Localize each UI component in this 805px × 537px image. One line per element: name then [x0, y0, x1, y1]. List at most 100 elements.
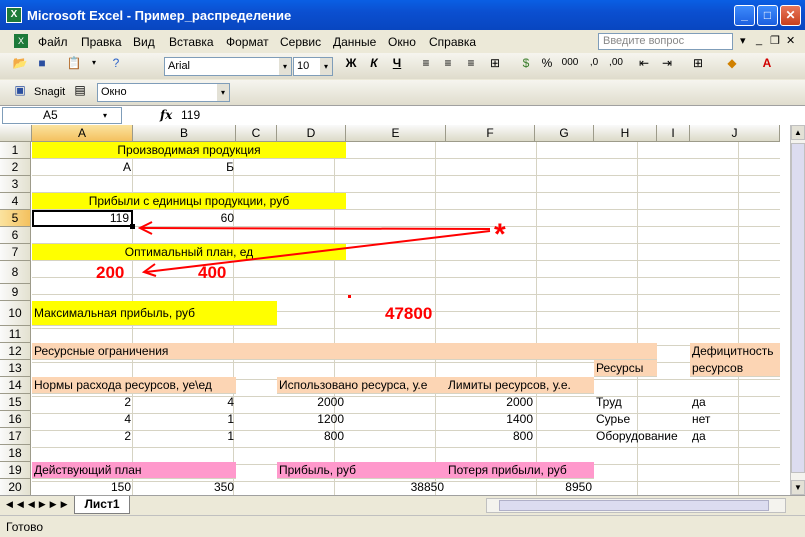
snagit-icon[interactable]: ▣	[10, 80, 30, 100]
cell-a14[interactable]: Нормы расхода ресурсов, уе\ед	[32, 377, 236, 394]
cell-b20[interactable]: 350	[133, 479, 236, 495]
chevron-down-icon[interactable]: ▾	[84, 53, 104, 73]
cell-f15[interactable]: 2000	[446, 394, 535, 411]
doc-close-button[interactable]: ✕	[786, 34, 795, 47]
row-header[interactable]: 7	[0, 244, 31, 261]
cell-d16[interactable]: 1200	[277, 411, 346, 428]
scroll-up-icon[interactable]: ▲	[791, 125, 805, 140]
cell-a20[interactable]: 150	[32, 479, 133, 495]
menu-format[interactable]: Формат	[226, 35, 269, 49]
cell-b5[interactable]: 60	[133, 210, 236, 227]
doc-minimize-button[interactable]: _	[756, 34, 762, 46]
cell-h16[interactable]: Сурье	[594, 411, 657, 428]
row-header[interactable]: 10	[0, 301, 31, 326]
select-all-corner[interactable]	[0, 125, 32, 142]
capture-icon[interactable]: ▤	[70, 80, 90, 100]
capture-mode-select[interactable]: Окно ▾	[97, 83, 230, 102]
chevron-down-icon[interactable]: ▾	[103, 108, 107, 123]
cell-h15[interactable]: Труд	[594, 394, 657, 411]
doc-restore-button[interactable]: ❐	[770, 34, 780, 47]
tab-sheet1[interactable]: Лист1	[74, 496, 130, 514]
increase-indent-icon[interactable]: ⇥	[657, 53, 677, 73]
chevron-down-icon[interactable]: ▾	[217, 84, 229, 101]
cell-a15[interactable]: 2	[32, 394, 133, 411]
cell-a1[interactable]: Производимая продукция	[32, 142, 346, 159]
row-header[interactable]: 15	[0, 394, 31, 411]
percent-button[interactable]: %	[537, 53, 557, 73]
cell-a16[interactable]: 4	[32, 411, 133, 428]
help-icon[interactable]: ?	[106, 53, 126, 73]
menu-insert[interactable]: Вставка	[169, 35, 214, 49]
row-header[interactable]: 3	[0, 176, 31, 193]
scroll-down-icon[interactable]: ▼	[791, 480, 805, 495]
chevron-down-icon[interactable]: ▾	[740, 34, 746, 47]
row-header[interactable]: 8	[0, 261, 31, 284]
increase-decimal-icon[interactable]: ,0	[584, 53, 604, 73]
cell-e20[interactable]: 38850	[346, 479, 446, 495]
cell-j12[interactable]: Дефицитность	[690, 343, 780, 360]
borders-icon[interactable]: ⊞	[688, 53, 708, 73]
font-size-select[interactable]: 10 ▾	[293, 57, 333, 76]
chevron-down-icon[interactable]: ▾	[320, 58, 332, 75]
row-header[interactable]: 9	[0, 284, 31, 301]
menu-view[interactable]: Вид	[133, 35, 155, 49]
menu-file[interactable]: Файл	[38, 35, 68, 49]
row-header[interactable]: 12	[0, 343, 31, 360]
column-header-h[interactable]: H	[594, 125, 657, 142]
cell-h17[interactable]: Оборудование	[594, 428, 684, 445]
italic-button[interactable]: К	[364, 53, 384, 73]
menu-help[interactable]: Справка	[429, 35, 476, 49]
fill-color-icon[interactable]: ◆	[722, 53, 742, 73]
cell-d15[interactable]: 2000	[277, 394, 346, 411]
cell-a2[interactable]: А	[32, 159, 133, 176]
cell-b16[interactable]: 1	[133, 411, 236, 428]
cell-a10[interactable]: Максимальная прибыль, руб	[32, 301, 277, 326]
workbook-icon[interactable]: X	[14, 34, 28, 48]
decrease-indent-icon[interactable]: ⇤	[634, 53, 654, 73]
thousands-button[interactable]: 000	[560, 53, 580, 73]
row-header[interactable]: 19	[0, 462, 31, 479]
align-right-icon[interactable]: ≡	[461, 53, 481, 73]
font-color-icon[interactable]: A	[757, 53, 777, 73]
row-header[interactable]: 11	[0, 326, 31, 343]
row-header[interactable]: 14	[0, 377, 31, 394]
row-header[interactable]: 1	[0, 142, 31, 159]
maximize-button[interactable]: □	[757, 5, 778, 26]
formula-value[interactable]: 119	[181, 108, 200, 122]
tab-scroll-icons[interactable]: ◀◀◀▶▶▶	[6, 499, 72, 510]
fx-label[interactable]: fx	[160, 108, 172, 122]
column-header-b[interactable]: B	[133, 125, 236, 142]
row-header[interactable]: 6	[0, 227, 31, 244]
menu-window[interactable]: Окно	[388, 35, 416, 49]
row-header[interactable]: 18	[0, 445, 31, 462]
column-header-g[interactable]: G	[535, 125, 594, 142]
column-header-c[interactable]: C	[236, 125, 277, 142]
cell-j13[interactable]: ресурсов	[690, 360, 780, 377]
cell-a4[interactable]: Прибыли с единицы продукции, руб	[32, 193, 346, 210]
cell-f14[interactable]: Лимиты ресурсов, у.е.	[446, 377, 594, 394]
cell-j16[interactable]: нет	[690, 411, 780, 428]
menu-tools[interactable]: Сервис	[280, 35, 321, 49]
cell-f17[interactable]: 800	[446, 428, 535, 445]
cell-a7[interactable]: Оптимальный план, ед	[32, 244, 346, 261]
row-header[interactable]: 20	[0, 479, 31, 495]
row-header[interactable]: 13	[0, 360, 31, 377]
row-header[interactable]: 17	[0, 428, 31, 445]
underline-button[interactable]: Ч	[387, 53, 407, 73]
column-header-i[interactable]: I	[657, 125, 690, 142]
cell-d14[interactable]: Использовано ресурса, у.е	[277, 377, 446, 394]
scroll-thumb[interactable]	[791, 143, 805, 473]
row-header[interactable]: 2	[0, 159, 31, 176]
minimize-button[interactable]: _	[734, 5, 755, 26]
save-icon[interactable]: ■	[32, 53, 52, 73]
cell-a12[interactable]: Ресурсные ограничения	[32, 343, 282, 360]
cell-b15[interactable]: 4	[133, 394, 236, 411]
chevron-down-icon[interactable]: ▾	[279, 58, 291, 75]
open-icon[interactable]: 📂	[10, 53, 30, 73]
paste-icon[interactable]: 📋	[64, 53, 84, 73]
column-header-a[interactable]: A	[32, 125, 133, 142]
row-header[interactable]: 5	[0, 210, 31, 227]
horizontal-scrollbar[interactable]	[486, 498, 786, 513]
cell-j15[interactable]: да	[690, 394, 780, 411]
close-button[interactable]: ✕	[780, 5, 801, 26]
